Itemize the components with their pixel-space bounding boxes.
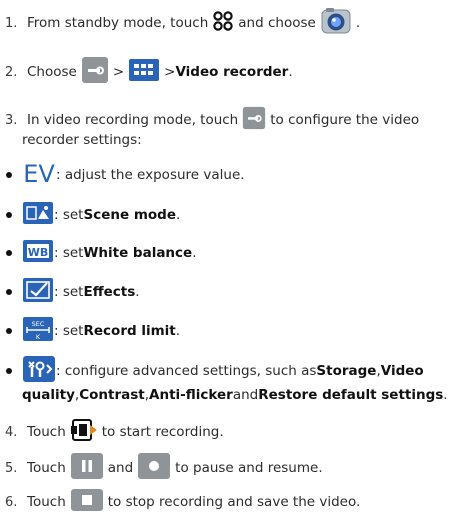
bullet-text: : set bbox=[54, 245, 84, 261]
step-number: 2. bbox=[5, 64, 18, 80]
bullet-text: : adjust the exposure value. bbox=[56, 167, 245, 183]
bullet-text: : configure advanced settings, such as bbox=[56, 363, 317, 379]
bullet-dot bbox=[6, 212, 12, 218]
step-text: recorder settings: bbox=[22, 132, 142, 148]
bullet-record-limit: SEC K : set Record limit . bbox=[0, 316, 450, 346]
scene-mode-label: Scene mode bbox=[83, 207, 176, 223]
bullet-dot bbox=[6, 172, 12, 178]
white-balance-icon: WB bbox=[22, 239, 54, 267]
ev-icon-text: EV bbox=[23, 160, 55, 186]
stop-button-icon bbox=[70, 488, 104, 516]
step-text: to start recording. bbox=[101, 424, 224, 440]
step-4: 4. Touch to start recording. bbox=[0, 418, 450, 446]
step-text: to stop recording and save the video. bbox=[107, 494, 361, 510]
step-text: From standby mode, touch bbox=[27, 15, 209, 31]
camera-icon bbox=[320, 7, 352, 39]
step-text: Touch bbox=[27, 424, 66, 440]
step-number: 6. bbox=[5, 494, 18, 510]
step-number: 5. bbox=[5, 460, 18, 476]
step-number: 3. bbox=[5, 112, 18, 128]
step-6: 6. Touch to stop recording and save the … bbox=[0, 488, 450, 516]
bullet-text: . bbox=[176, 207, 181, 223]
pause-button-icon bbox=[70, 452, 104, 484]
bullet-wb: WB : set White balance . bbox=[0, 240, 450, 266]
bullet-dot bbox=[6, 328, 12, 334]
step-number: 1. bbox=[5, 15, 18, 31]
step-text: > bbox=[112, 64, 125, 80]
grid-icon bbox=[128, 58, 160, 86]
bullet-text: : set bbox=[54, 284, 84, 300]
bullet-effects: : set Effects . bbox=[0, 278, 450, 306]
anti-flicker-label: Anti-flicker bbox=[149, 387, 233, 403]
step-text: to pause and resume. bbox=[175, 460, 323, 476]
step-text: > bbox=[164, 64, 176, 80]
step-text: . bbox=[355, 15, 361, 31]
step-1: 1. From standby mode, touch and choose . bbox=[0, 7, 450, 39]
step-2: 2. Choose > > Video recorder . bbox=[0, 56, 450, 88]
bullet-dot bbox=[6, 250, 12, 256]
white-balance-icon-text: WB bbox=[28, 246, 49, 259]
step-text: and bbox=[107, 460, 134, 476]
step-text: Touch bbox=[27, 460, 66, 476]
effects-icon bbox=[22, 277, 54, 307]
settings-wrench-icon bbox=[81, 56, 109, 88]
step-5: 5. Touch and to pause and resume. bbox=[0, 452, 450, 484]
record-limit-icon: SEC K bbox=[22, 316, 54, 346]
effects-label: Effects bbox=[83, 284, 136, 300]
bullet-text: : set bbox=[54, 323, 84, 339]
record-limit-icon-text-bottom: K bbox=[36, 333, 41, 341]
video-quality-label-cont: quality bbox=[22, 387, 75, 403]
white-balance-label: White balance bbox=[83, 245, 193, 261]
bullet-advanced: : configure advanced settings, such as S… bbox=[0, 356, 450, 386]
step-text: Choose bbox=[27, 64, 77, 80]
bullet-advanced-continued: quality , Contrast , Anti-flicker and Re… bbox=[0, 384, 450, 406]
ev-icon: EV bbox=[22, 160, 56, 190]
record-limit-icon-text-top: SEC bbox=[32, 320, 45, 328]
contrast-label: Contrast bbox=[79, 387, 145, 403]
bullet-text: . bbox=[443, 387, 448, 403]
step-text: and choose bbox=[238, 15, 316, 31]
storage-label: Storage bbox=[316, 363, 377, 379]
step-3: 3. In video recording mode, touch to con… bbox=[0, 106, 450, 132]
restore-default-label: Restore default settings bbox=[258, 387, 444, 403]
bullet-ev: EV : adjust the exposure value. bbox=[0, 160, 450, 190]
video-recorder-label: Video recorder bbox=[175, 64, 289, 80]
bullet-text: . bbox=[192, 245, 197, 261]
step-3-continued: recorder settings: bbox=[0, 130, 450, 150]
bullet-dot bbox=[6, 289, 12, 295]
scene-mode-icon bbox=[22, 201, 54, 229]
step-text: Touch bbox=[27, 494, 66, 510]
video-quality-label: Video bbox=[380, 363, 424, 379]
record-button-icon bbox=[70, 416, 98, 448]
bullet-scene: : set Scene mode . bbox=[0, 202, 450, 228]
bullet-text: . bbox=[175, 323, 181, 339]
step-text: to configure the video bbox=[270, 112, 420, 128]
apps-grid-icon bbox=[212, 10, 234, 36]
resume-button-icon bbox=[137, 452, 171, 484]
advanced-settings-icon bbox=[22, 355, 56, 387]
bullet-dot bbox=[6, 368, 12, 374]
record-limit-label: Record limit bbox=[83, 323, 176, 339]
step-text: . bbox=[288, 64, 293, 80]
step-text: In video recording mode, touch bbox=[27, 112, 239, 128]
bullet-text: : set bbox=[54, 207, 84, 223]
bullet-text: . bbox=[135, 284, 140, 300]
step-number: 4. bbox=[5, 424, 18, 440]
bullet-text: and bbox=[232, 387, 259, 403]
